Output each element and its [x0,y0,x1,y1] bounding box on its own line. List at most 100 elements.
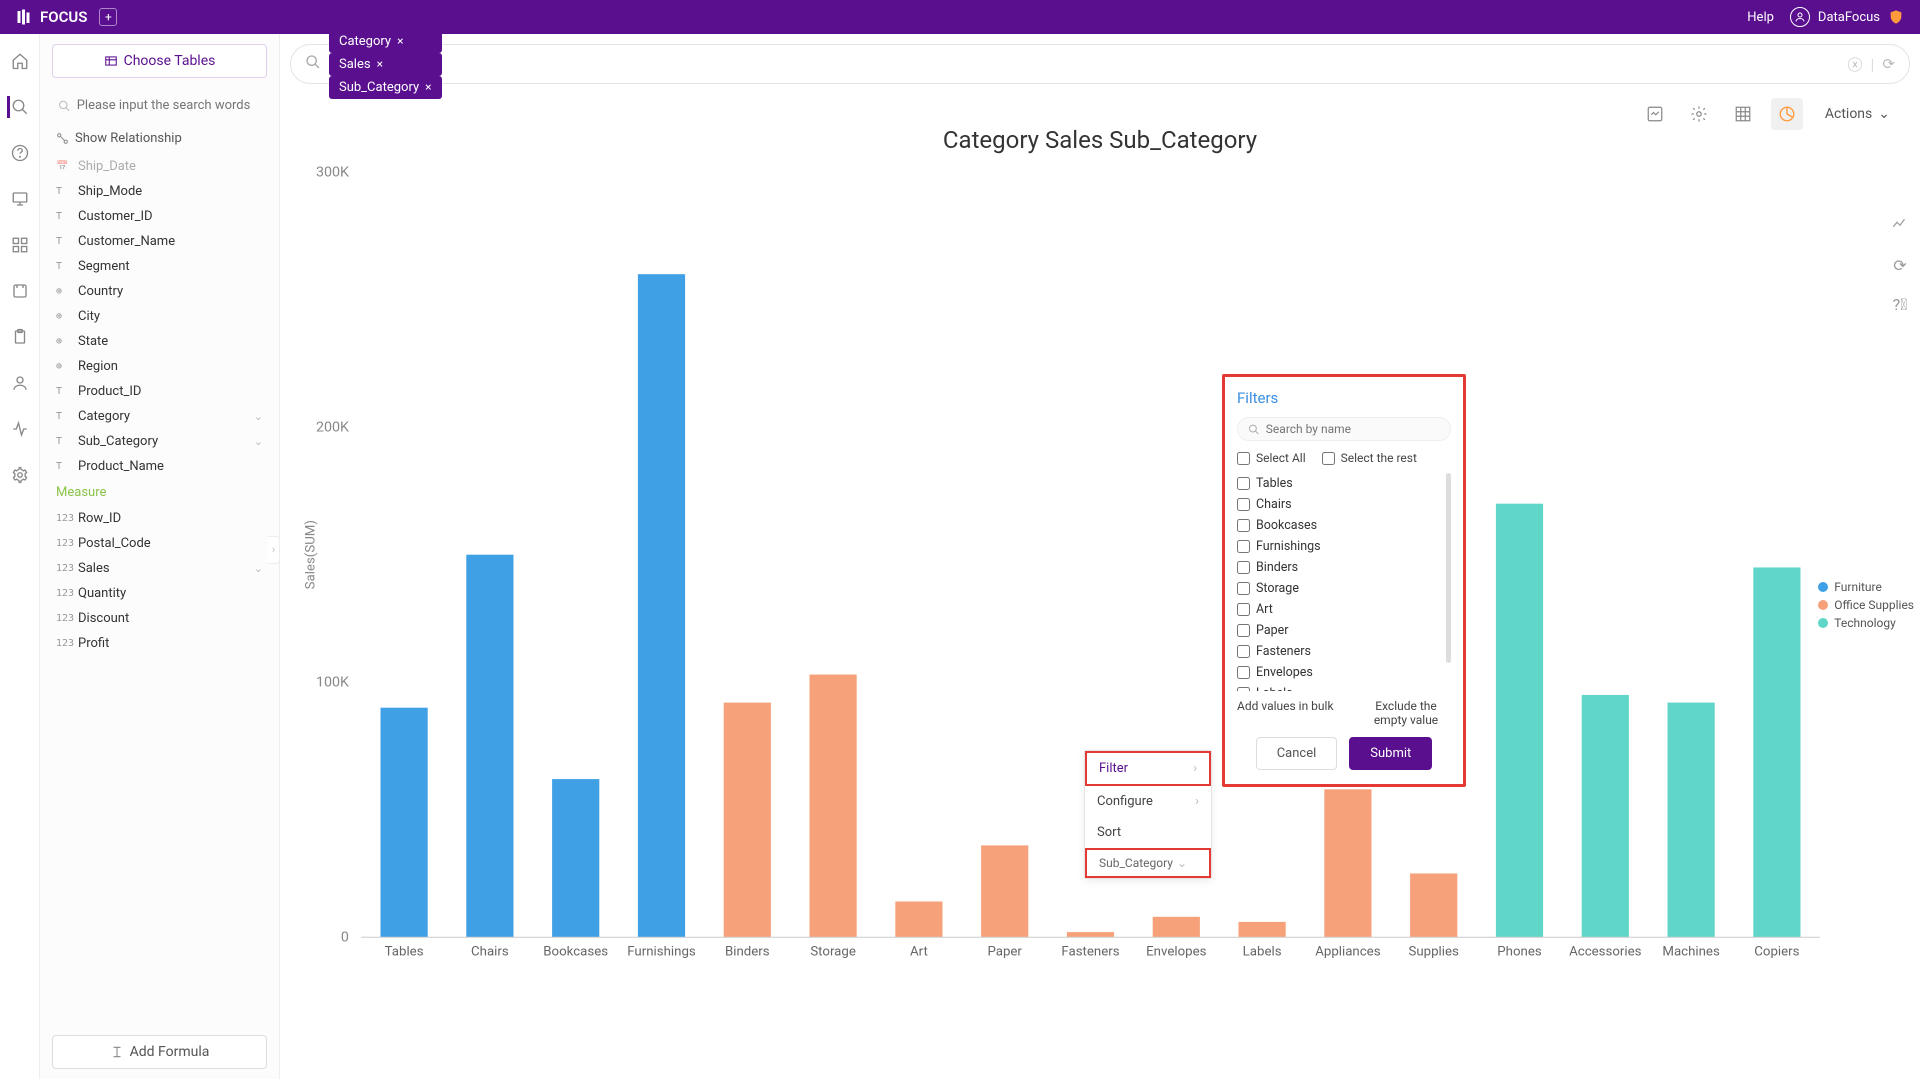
bar-chart[interactable]: 0100K200K300KSales(SUM)TablesChairsBookc… [300,162,1830,978]
refresh-icon[interactable]: ⟳ [1893,256,1906,275]
field-Segment[interactable]: TSegment [52,254,267,279]
add-bulk-link[interactable]: Add values in bulk [1237,699,1334,713]
line-chart-icon[interactable] [1891,214,1909,236]
filter-item-Fasteners[interactable]: Fasteners [1237,641,1443,662]
type-icon: T [56,461,70,472]
bar-Fasteners[interactable] [1067,932,1114,937]
scrollbar[interactable] [1446,473,1451,663]
home-icon[interactable] [9,50,31,72]
remove-pill-icon[interactable]: × [397,34,403,48]
filters-search[interactable] [1237,417,1451,441]
query-pill-Category[interactable]: Category× [329,30,442,53]
bar-Accessories[interactable] [1582,695,1629,937]
bar-Phones[interactable] [1496,504,1543,938]
query-bar[interactable]: Category×Sales×Sub_Category× ⓧ | ⟳ [290,44,1910,84]
field-search[interactable] [52,92,267,119]
clear-query-button[interactable]: ⓧ [1848,54,1863,75]
filter-item-Paper[interactable]: Paper [1237,620,1443,641]
ctx-configure[interactable]: Configure › [1085,786,1211,817]
choose-tables-button[interactable]: Choose Tables [52,44,267,78]
measure-Row_ID[interactable]: 123Row_ID [52,506,267,531]
field-Sub_Category[interactable]: TSub_Category⌄ [52,429,267,454]
exclude-empty-link[interactable]: Exclude the empty value [1361,699,1451,727]
field-Ship_Mode[interactable]: TShip_Mode [52,179,267,204]
field-Country[interactable]: ⊕Country [52,279,267,304]
bar-Envelopes[interactable] [1153,917,1200,937]
bar-Appliances[interactable] [1324,789,1371,937]
field-Customer_ID[interactable]: TCustomer_ID [52,204,267,229]
help-nav-icon[interactable] [9,142,31,164]
field-Category[interactable]: TCategory⌄ [52,404,267,429]
ctx-subcategory[interactable]: Sub_Category ⌄ [1085,848,1211,878]
bar-Binders[interactable] [724,703,771,938]
chart-area: 0100K200K300KSales(SUM)TablesChairsBookc… [280,154,1920,1079]
field-search-input[interactable] [77,98,261,113]
bar-Storage[interactable] [810,675,857,938]
presentation-icon[interactable] [9,188,31,210]
filter-item-Storage[interactable]: Storage [1237,578,1443,599]
new-tab-button[interactable]: + [99,8,117,26]
bar-Art[interactable] [895,902,942,938]
legend-dot [1818,600,1828,610]
query-pill-Sales[interactable]: Sales× [329,53,442,76]
cancel-button[interactable]: Cancel [1256,737,1338,770]
archive-icon[interactable] [9,280,31,302]
submit-button[interactable]: Submit [1349,737,1432,770]
ctx-sort[interactable]: Sort [1085,817,1211,848]
bar-Supplies[interactable] [1410,873,1457,937]
legend-item[interactable]: Technology [1818,616,1914,630]
field-State[interactable]: ⊕State [52,329,267,354]
settings-nav-icon[interactable] [9,464,31,486]
field-Region[interactable]: ⊕Region [52,354,267,379]
measure-Sales[interactable]: 123Sales⌄ [52,556,267,581]
field-Ship_Date[interactable]: 📅Ship_Date [52,154,267,179]
bar-Tables[interactable] [381,708,428,938]
bar-Furnishings[interactable] [638,274,685,937]
type-icon: T [56,411,70,422]
remove-pill-icon[interactable]: × [377,57,383,71]
filter-item-Chairs[interactable]: Chairs [1237,494,1443,515]
measure-Postal_Code[interactable]: 123Postal_Code [52,531,267,556]
filter-item-Labels[interactable]: Labels [1237,683,1443,691]
filter-item-Art[interactable]: Art [1237,599,1443,620]
bar-Machines[interactable] [1668,703,1715,938]
search-nav-icon[interactable] [7,96,29,118]
show-relationship[interactable]: Show Relationship [52,131,267,146]
bar-Labels[interactable] [1239,922,1286,937]
bar-Chairs[interactable] [466,555,513,938]
field-City[interactable]: ⊕City [52,304,267,329]
filter-item-Tables[interactable]: Tables [1237,473,1443,494]
ctx-filter[interactable]: Filter › [1085,751,1211,786]
bar-Bookcases[interactable] [552,779,599,937]
svg-text:Supplies: Supplies [1409,945,1460,960]
measure-Discount[interactable]: 123Discount [52,606,267,631]
field-Product_ID[interactable]: TProduct_ID [52,379,267,404]
filter-item-Binders[interactable]: Binders [1237,557,1443,578]
field-Customer_Name[interactable]: TCustomer_Name [52,229,267,254]
clipboard-icon[interactable] [9,326,31,348]
add-formula-button[interactable]: Add Formula [52,1035,267,1069]
help-icon[interactable]: ?⃝ [1893,295,1908,314]
select-all-checkbox[interactable]: Select All [1237,451,1306,465]
grid-nav-icon[interactable] [9,234,31,256]
user-nav-icon[interactable] [9,372,31,394]
actions-menu[interactable]: Actions ⌄ [1815,100,1900,128]
legend-item[interactable]: Office Supplies [1818,598,1914,612]
bar-Copiers[interactable] [1753,567,1800,937]
activity-icon[interactable] [9,418,31,440]
filter-item-Bookcases[interactable]: Bookcases [1237,515,1443,536]
user-menu[interactable]: DataFocus [1790,7,1904,27]
filter-item-Furnishings[interactable]: Furnishings [1237,536,1443,557]
help-link[interactable]: Help [1747,10,1774,25]
collapse-panel-button[interactable]: › [268,536,280,564]
bar-Paper[interactable] [981,845,1028,937]
field-Product_Name[interactable]: TProduct_Name [52,454,267,479]
measure-Profit[interactable]: 123Profit [52,631,267,656]
svg-text:0: 0 [341,929,349,945]
filters-search-input[interactable] [1266,422,1440,436]
refresh-query-button[interactable]: ⟳ [1882,55,1895,73]
legend-item[interactable]: Furniture [1818,580,1914,594]
filter-item-Envelopes[interactable]: Envelopes [1237,662,1443,683]
select-rest-checkbox[interactable]: Select the rest [1322,451,1417,465]
measure-Quantity[interactable]: 123Quantity [52,581,267,606]
